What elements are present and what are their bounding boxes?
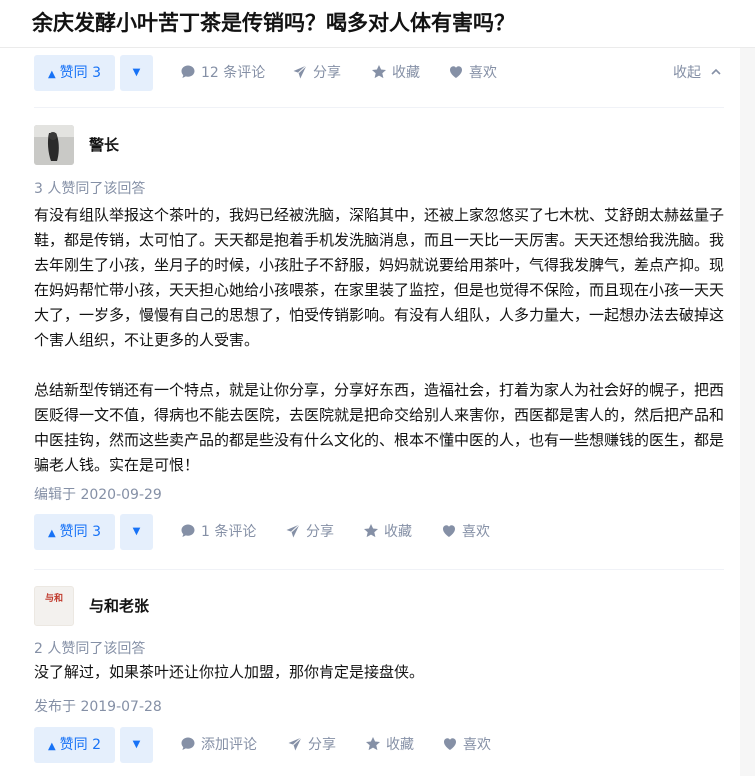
answers-panel: ▲ 赞同 3 ▼ 12 条评论 分享 收藏 喜欢 收起 警长 3 人赞同了该回答… <box>0 48 740 776</box>
edit-date[interactable]: 编辑于 2020-09-29 <box>34 484 162 504</box>
answer-paragraph: 有没有组队举报这个茶叶的，我妈已经被洗脑，深陷其中，还被上家忽悠买了七木枕、艾舒… <box>34 206 725 349</box>
upvote-button[interactable]: ▲ 赞同 3 <box>34 514 115 550</box>
heart-icon <box>443 525 455 537</box>
share-icon <box>288 737 302 751</box>
favorite-button[interactable]: 收藏 <box>365 727 414 763</box>
upvote-info: 2 人赞同了该回答 <box>34 641 146 657</box>
like-button[interactable]: 喜欢 <box>441 514 490 550</box>
upvote-button[interactable]: ▲ 赞同 3 <box>34 55 115 91</box>
downvote-button[interactable]: ▼ <box>120 514 153 550</box>
answer-action-bar: ▲ 赞同 2 ▼ 添加评论 分享 收藏 喜欢 <box>34 727 724 763</box>
upvote-triangle-icon: ▲ <box>47 528 56 539</box>
answer-action-bar: ▲ 赞同 3 ▼ 12 条评论 分享 收藏 喜欢 收起 <box>34 55 724 91</box>
comment-icon <box>181 737 195 750</box>
share-button[interactable]: 分享 <box>292 55 341 91</box>
author-name[interactable]: 与和老张 <box>89 595 149 616</box>
comment-button[interactable]: 添加评论 <box>180 727 257 763</box>
favorite-button[interactable]: 收藏 <box>371 55 420 91</box>
favorite-button[interactable]: 收藏 <box>363 514 412 550</box>
share-button[interactable]: 分享 <box>285 514 334 550</box>
avatar-photo-image <box>34 125 74 165</box>
share-icon <box>293 65 307 79</box>
answer-divider <box>34 107 724 108</box>
star-icon <box>364 524 378 538</box>
upvote-button[interactable]: ▲ 赞同 2 <box>34 727 115 763</box>
author-name[interactable]: 警长 <box>89 134 119 155</box>
question-title: 余庆发酵小叶苦丁茶是传销吗？喝多对人体有害吗？ <box>32 11 515 35</box>
avatar-logo: 与和 <box>44 594 63 604</box>
upvote-info: 3 人赞同了该回答 <box>34 181 146 197</box>
heart-icon <box>450 66 462 78</box>
downvote-button[interactable]: ▼ <box>120 55 153 91</box>
comment-button[interactable]: 1 条评论 <box>180 514 256 550</box>
chevron-up-icon <box>711 68 722 75</box>
answer-divider <box>34 569 724 570</box>
avatar[interactable]: 与和 <box>34 586 74 626</box>
star-icon <box>366 737 380 751</box>
collapse-button[interactable]: 收起 <box>673 55 723 91</box>
question-header: 余庆发酵小叶苦丁茶是传销吗？喝多对人体有害吗？ <box>0 0 755 48</box>
downvote-triangle-icon: ▼ <box>132 739 141 750</box>
comment-button[interactable]: 12 条评论 <box>180 55 265 91</box>
share-button[interactable]: 分享 <box>287 727 336 763</box>
answer-content: 有没有组队举报这个茶叶的，我妈已经被洗脑，深陷其中，还被上家忽悠买了七木枕、艾舒… <box>34 203 724 478</box>
star-icon <box>372 65 386 79</box>
answer-paragraph: 总结新型传销还有一个特点，就是让你分享，分享好东西，造福社会，打着为家人为社会好… <box>34 381 725 474</box>
avatar[interactable] <box>34 125 74 165</box>
downvote-triangle-icon: ▼ <box>132 67 141 78</box>
heart-icon <box>444 738 456 750</box>
answer-paragraph: 没了解过，如果茶叶还让你拉人加盟，那你肯定是接盘侠。 <box>34 663 425 681</box>
like-button[interactable]: 喜欢 <box>442 727 491 763</box>
comment-icon <box>181 65 195 78</box>
answer-action-bar: ▲ 赞同 3 ▼ 1 条评论 分享 收藏 喜欢 <box>34 514 724 550</box>
upvote-triangle-icon: ▲ <box>47 69 56 80</box>
upvote-triangle-icon: ▲ <box>47 741 56 752</box>
like-button[interactable]: 喜欢 <box>448 55 497 91</box>
share-icon <box>286 524 300 538</box>
downvote-triangle-icon: ▼ <box>132 526 141 537</box>
publish-date[interactable]: 发布于 2019-07-28 <box>34 696 162 716</box>
downvote-button[interactable]: ▼ <box>120 727 153 763</box>
answer-content: 没了解过，如果茶叶还让你拉人加盟，那你肯定是接盘侠。 <box>34 660 724 685</box>
comment-icon <box>181 524 195 537</box>
